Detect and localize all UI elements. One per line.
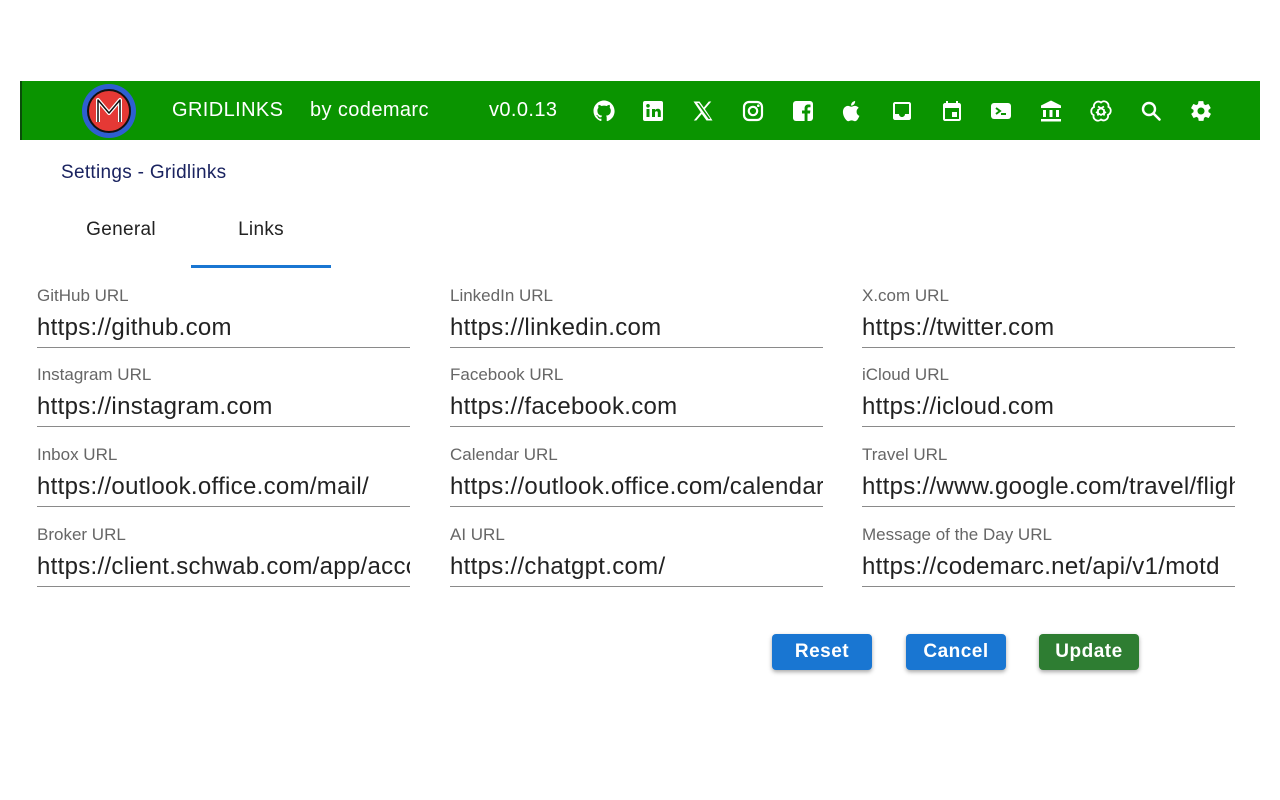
calendar-url-input[interactable] (450, 467, 823, 507)
app-version: v0.0.13 (489, 99, 558, 121)
broker-url-label: Broker URL (37, 525, 126, 544)
x-icon[interactable] (689, 97, 717, 125)
x-url-field: X.com URL (862, 286, 1235, 366)
linkedin-url-field: LinkedIn URL (450, 286, 823, 366)
app-title: GRIDLINKS (172, 99, 284, 121)
motd-url-label: Message of the Day URL (862, 525, 1052, 544)
travel-icon[interactable] (987, 97, 1015, 125)
facebook-url-field: Facebook URL (450, 365, 823, 445)
ai-url-input[interactable] (450, 547, 823, 587)
github-url-input[interactable] (37, 308, 410, 348)
search-icon[interactable] (1137, 97, 1165, 125)
instagram-icon[interactable] (739, 97, 767, 125)
app-author: by codemarc (310, 99, 429, 121)
travel-url-label: Travel URL (862, 445, 948, 464)
motd-url-field: Message of the Day URL (862, 525, 1235, 605)
inbox-url-field: Inbox URL (37, 445, 410, 525)
facebook-icon[interactable] (789, 97, 817, 125)
calendar-icon[interactable] (938, 97, 966, 125)
inbox-url-input[interactable] (37, 467, 410, 507)
facebook-url-input[interactable] (450, 387, 823, 427)
instagram-url-label: Instagram URL (37, 365, 152, 384)
update-button[interactable]: Update (1039, 634, 1139, 670)
app-header: GRIDLINKS by codemarc v0.0.13 (20, 81, 1260, 140)
instagram-url-input[interactable] (37, 387, 410, 427)
cancel-button[interactable]: Cancel (906, 634, 1006, 670)
tab-general[interactable]: General (51, 205, 191, 268)
facebook-url-label: Facebook URL (450, 365, 564, 384)
instagram-url-field: Instagram URL (37, 365, 410, 445)
motd-url-input[interactable] (862, 547, 1235, 587)
gear-icon[interactable] (1187, 97, 1215, 125)
github-url-label: GitHub URL (37, 286, 129, 305)
inbox-icon[interactable] (888, 97, 916, 125)
github-url-field: GitHub URL (37, 286, 410, 366)
calendar-url-label: Calendar URL (450, 445, 558, 464)
icloud-url-field: iCloud URL (862, 365, 1235, 445)
travel-url-input[interactable] (862, 467, 1235, 507)
linkedin-icon[interactable] (639, 97, 667, 125)
ai-url-field: AI URL (450, 525, 823, 605)
icloud-url-label: iCloud URL (862, 365, 949, 384)
inbox-url-label: Inbox URL (37, 445, 118, 464)
linkedin-url-label: LinkedIn URL (450, 286, 554, 305)
app-logo[interactable] (80, 82, 138, 140)
linkedin-url-input[interactable] (450, 308, 823, 348)
travel-url-field: Travel URL (862, 445, 1235, 525)
tab-links[interactable]: Links (191, 205, 331, 268)
calendar-url-field: Calendar URL (450, 445, 823, 525)
icloud-url-input[interactable] (862, 387, 1235, 427)
broker-url-input[interactable] (37, 547, 410, 587)
active-tab-indicator (191, 265, 331, 268)
apple-icon[interactable] (838, 97, 866, 125)
ai-url-label: AI URL (450, 525, 505, 544)
settings-title: Settings - Gridlinks (61, 162, 227, 183)
broker-url-field: Broker URL (37, 525, 410, 605)
openai-icon[interactable] (1087, 97, 1115, 125)
x-url-input[interactable] (862, 308, 1235, 348)
x-url-label: X.com URL (862, 286, 949, 305)
bank-icon[interactable] (1037, 97, 1065, 125)
reset-button[interactable]: Reset (772, 634, 872, 670)
github-icon[interactable] (590, 97, 618, 125)
